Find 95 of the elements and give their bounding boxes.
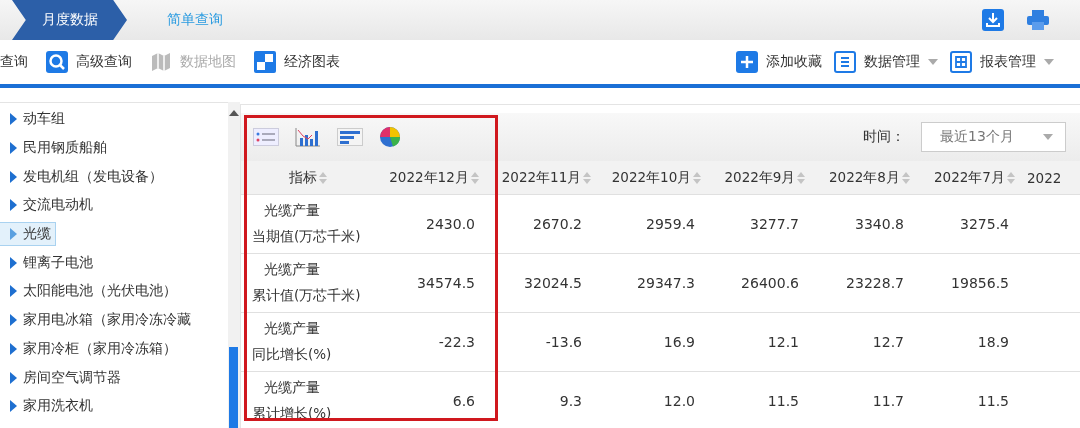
table-cell: 2430.0	[375, 195, 493, 254]
column-header[interactable]: 2022	[1027, 161, 1080, 195]
triangle-icon	[10, 228, 17, 241]
breadcrumb-tab[interactable]: 月度数据	[12, 0, 127, 40]
column-header[interactable]: 2022年8月	[817, 161, 922, 195]
indicator-text: 光缆产量	[263, 261, 321, 279]
sidebar-item[interactable]: 光缆	[0, 222, 56, 247]
triangle-icon	[10, 170, 17, 183]
table-cell: 11.5	[922, 372, 1027, 428]
caret-icon	[928, 59, 938, 65]
table-cell: 32024.5	[493, 254, 600, 313]
sidebar-item[interactable]: 太阳能电池（光伏电池）	[0, 279, 182, 304]
table-cell: -22.3	[375, 313, 493, 372]
sort-icon[interactable]	[901, 171, 910, 184]
table-cell: 23228.7	[817, 254, 922, 313]
table-cell: 29347.3	[600, 254, 713, 313]
table-cell: 3275.4	[922, 195, 1027, 254]
scrollbar[interactable]	[228, 102, 240, 428]
indicator-text: 光缆产量	[263, 202, 321, 220]
triangle-icon	[10, 400, 17, 413]
table-cell: 2670.2	[493, 195, 600, 254]
sidebar-item[interactable]: 动车组	[0, 107, 70, 132]
triangle-icon	[10, 142, 17, 155]
sidebar-item[interactable]: 家用电冰箱（家用冷冻冷藏	[0, 308, 196, 333]
table-cell: 11.5	[713, 372, 817, 428]
table-cell: 6.6	[375, 372, 493, 428]
indicator-text: 同比增长(%)	[252, 346, 333, 364]
triangle-icon	[10, 285, 17, 298]
sidebar-item[interactable]: 发电机组（发电设备）	[0, 164, 168, 189]
triangle-icon	[10, 314, 17, 327]
sort-icon[interactable]	[319, 171, 327, 184]
sidebar-item[interactable]: 家用洗衣机	[0, 394, 98, 419]
sort-icon[interactable]	[693, 171, 702, 184]
sort-icon[interactable]	[1006, 171, 1015, 184]
sort-icon[interactable]	[797, 171, 806, 184]
table-cell: -13.6	[493, 313, 600, 372]
sidebar-item[interactable]: 民用钢质船舶	[0, 136, 112, 161]
sidebar-item[interactable]: 家用冷柜（家用冷冻箱）	[0, 336, 182, 361]
table-cell: 3340.8	[817, 195, 922, 254]
caret-icon	[1044, 59, 1054, 65]
table-cell: 12.7	[817, 313, 922, 372]
sort-icon[interactable]	[470, 171, 479, 184]
toolbar-button[interactable]: 数据管理	[834, 51, 938, 73]
triangle-icon	[10, 256, 17, 269]
toolbar-button[interactable]: 经济图表	[254, 51, 340, 73]
sidebar-item[interactable]: 锂离子电池	[0, 250, 98, 275]
table-cell: 3277.7	[713, 195, 817, 254]
scroll-up-icon[interactable]	[229, 110, 239, 116]
caret-icon	[1043, 134, 1053, 140]
list-icon	[834, 51, 856, 73]
list-view-icon[interactable]	[253, 128, 279, 146]
time-select[interactable]: 最近13个月	[921, 122, 1066, 152]
indicator-text: 光缆产量	[263, 320, 321, 338]
toolbar-button[interactable]: 添加收藏	[736, 51, 822, 73]
horizontal-bars-icon[interactable]	[337, 128, 363, 146]
table-cell: 12.0	[600, 372, 713, 428]
map-icon	[150, 51, 172, 73]
table-cell: 12.1	[713, 313, 817, 372]
indicator-text: 当期值(万芯千米)	[252, 228, 362, 246]
pie-chart-icon[interactable]	[379, 126, 401, 148]
table-cell: 9.3	[493, 372, 600, 428]
table-cell: 19856.5	[922, 254, 1027, 313]
table-cell: 34574.5	[375, 254, 493, 313]
indicator-text: 累计值(万芯千米)	[252, 287, 362, 305]
time-label: 时间：	[863, 128, 905, 146]
table-cell: 26400.6	[713, 254, 817, 313]
indicator-text: 光缆产量	[263, 379, 321, 397]
triangle-icon	[10, 342, 17, 355]
blocks-icon	[254, 51, 276, 73]
table-cell: 2959.4	[600, 195, 713, 254]
download-icon[interactable]	[982, 9, 1004, 31]
toolbar-button[interactable]: 查询	[0, 53, 28, 71]
triangle-icon	[10, 113, 17, 126]
table-cell: 11.7	[817, 372, 922, 428]
toolbar-button[interactable]: 报表管理	[950, 51, 1054, 73]
column-header[interactable]: 2022年11月	[493, 161, 600, 195]
table-cell: 16.9	[600, 313, 713, 372]
search-icon	[46, 51, 68, 73]
sidebar-item[interactable]: 交流电动机	[0, 193, 98, 218]
scroll-thumb[interactable]	[229, 347, 238, 428]
column-header[interactable]: 2022年12月	[375, 161, 493, 195]
plus-icon	[736, 51, 758, 73]
column-header[interactable]: 指标	[241, 161, 375, 195]
column-header[interactable]: 2022年10月	[600, 161, 713, 195]
sidebar-item[interactable]: 房间空气调节器	[0, 365, 126, 390]
sort-icon[interactable]	[583, 171, 592, 184]
column-header[interactable]: 2022年9月	[713, 161, 817, 195]
printer-icon[interactable]	[1026, 9, 1050, 31]
column-header[interactable]: 2022年7月	[922, 161, 1027, 195]
bar-chart-icon[interactable]	[295, 127, 321, 147]
toolbar-button[interactable]: 高级查询	[46, 51, 132, 73]
triangle-icon	[10, 371, 17, 384]
triangle-icon	[10, 199, 17, 212]
table-cell: 18.9	[922, 313, 1027, 372]
table-icon	[950, 51, 972, 73]
